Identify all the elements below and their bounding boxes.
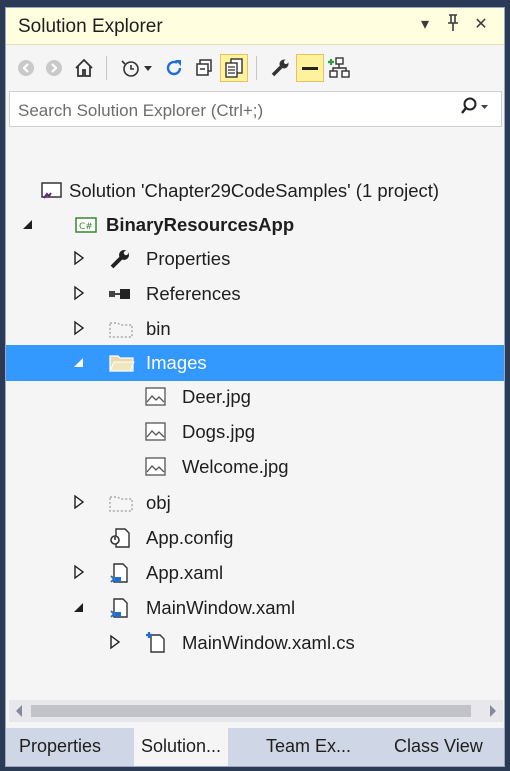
- toolbar-separator: [256, 56, 257, 80]
- home-icon[interactable]: [70, 54, 98, 82]
- back-icon[interactable]: [12, 54, 40, 82]
- tree-row-bin[interactable]: bin: [6, 311, 504, 347]
- collapse-arrow-icon[interactable]: [72, 354, 86, 370]
- tree-row-deer[interactable]: Deer.jpg: [6, 379, 504, 415]
- tab-team-explorer[interactable]: Team Ex...: [266, 736, 351, 757]
- wrench-icon: [108, 247, 132, 271]
- title-bar: Solution Explorer ▾ ✕: [6, 8, 504, 45]
- expand-arrow-icon[interactable]: [72, 250, 86, 266]
- toolbar: [6, 46, 504, 90]
- tree-row-images[interactable]: Images: [6, 345, 504, 381]
- tree-row-references[interactable]: References: [6, 276, 504, 312]
- tree-row-welcome[interactable]: Welcome.jpg: [6, 449, 504, 485]
- welcome-label: Welcome.jpg: [182, 456, 289, 477]
- refresh-icon[interactable]: [160, 54, 188, 82]
- expand-arrow-icon[interactable]: [72, 320, 86, 336]
- appconfig-label: App.config: [146, 527, 234, 548]
- images-label: Images: [146, 352, 207, 373]
- project-label: BinaryResourcesApp: [106, 214, 295, 235]
- scroll-left-icon[interactable]: [14, 704, 24, 723]
- hidden-folder-icon: [108, 317, 133, 341]
- mainwindow-label: MainWindow.xaml: [146, 597, 296, 618]
- expand-arrow-icon[interactable]: [72, 564, 86, 580]
- tree-row-obj[interactable]: obj: [6, 485, 504, 521]
- image-file-icon: [144, 385, 168, 409]
- tree-row-appconfig[interactable]: App.config: [6, 520, 504, 556]
- tab-properties[interactable]: Properties: [19, 736, 101, 757]
- scrollbar-thumb[interactable]: [31, 705, 471, 717]
- solution-label: Solution 'Chapter29CodeSamples' (1 proje…: [69, 180, 440, 201]
- forward-icon[interactable]: [40, 54, 68, 82]
- collapse-arrow-icon[interactable]: [72, 599, 86, 615]
- csharp-file-icon: [144, 631, 168, 655]
- svg-text:C#: C#: [79, 222, 93, 232]
- properties-wrench-icon[interactable]: [266, 54, 294, 82]
- search-icon[interactable]: [461, 95, 491, 126]
- tree-row-properties[interactable]: Properties: [6, 241, 504, 277]
- xaml-file-icon: [108, 596, 132, 620]
- image-file-icon: [144, 455, 168, 479]
- pin-icon[interactable]: [442, 14, 464, 37]
- references-label: References: [146, 283, 241, 304]
- expand-arrow-icon[interactable]: [108, 634, 122, 650]
- references-icon: [108, 282, 132, 306]
- hidden-folder-icon: [108, 491, 133, 515]
- solution-icon: [40, 179, 64, 203]
- search-input[interactable]: Search Solution Explorer (Ctrl+;): [18, 101, 263, 121]
- expand-arrow-icon[interactable]: [72, 494, 86, 510]
- tab-class-view[interactable]: Class View: [394, 736, 483, 757]
- tree-row-appxaml[interactable]: App.xaml: [6, 555, 504, 591]
- tree-row-mainwindow[interactable]: MainWindow.xaml: [6, 590, 504, 626]
- collapse-all-icon[interactable]: [190, 54, 218, 82]
- mainwindowcs-label: MainWindow.xaml.cs: [182, 632, 355, 653]
- preview-selected-icon[interactable]: [296, 54, 324, 82]
- scroll-right-icon[interactable]: [488, 704, 498, 723]
- tree-row-solution[interactable]: Solution 'Chapter29CodeSamples' (1 proje…: [6, 173, 504, 209]
- close-icon[interactable]: ✕: [470, 14, 492, 34]
- history-dropdown-icon[interactable]: [140, 54, 156, 82]
- csharp-project-icon: C#: [74, 213, 98, 237]
- obj-label: obj: [146, 492, 171, 513]
- window-title: Solution Explorer: [18, 16, 163, 37]
- bin-label: bin: [146, 318, 171, 339]
- expand-arrow-icon[interactable]: [72, 285, 86, 301]
- search-box[interactable]: Search Solution Explorer (Ctrl+;): [9, 91, 502, 127]
- image-file-icon: [144, 420, 168, 444]
- collapse-arrow-icon[interactable]: [21, 216, 35, 232]
- tree-row-dogs[interactable]: Dogs.jpg: [6, 414, 504, 450]
- tab-solution-explorer[interactable]: Solution...: [134, 728, 229, 766]
- tree-row-mainwindowcs[interactable]: MainWindow.xaml.cs: [6, 625, 504, 661]
- toolbar-separator: [106, 56, 107, 80]
- show-all-files-icon[interactable]: [220, 54, 248, 82]
- solution-tree: Solution 'Chapter29CodeSamples' (1 proje…: [6, 128, 504, 698]
- window-dropdown-icon[interactable]: ▾: [414, 14, 436, 34]
- deer-label: Deer.jpg: [182, 386, 251, 407]
- config-file-icon: [108, 526, 132, 550]
- open-folder-icon: [108, 351, 135, 375]
- horizontal-scrollbar[interactable]: [9, 700, 503, 722]
- class-diagram-icon[interactable]: [326, 54, 354, 82]
- bottom-tab-bar: Properties Solution... Team Ex... Class …: [6, 728, 504, 766]
- dogs-label: Dogs.jpg: [182, 421, 256, 442]
- solution-explorer-window: Solution Explorer ▾ ✕ Search Solution Ex…: [5, 7, 505, 767]
- properties-label: Properties: [146, 248, 231, 269]
- appxaml-label: App.xaml: [146, 562, 224, 583]
- tree-row-project[interactable]: C# BinaryResourcesApp: [6, 207, 504, 243]
- xaml-file-icon: [108, 561, 132, 585]
